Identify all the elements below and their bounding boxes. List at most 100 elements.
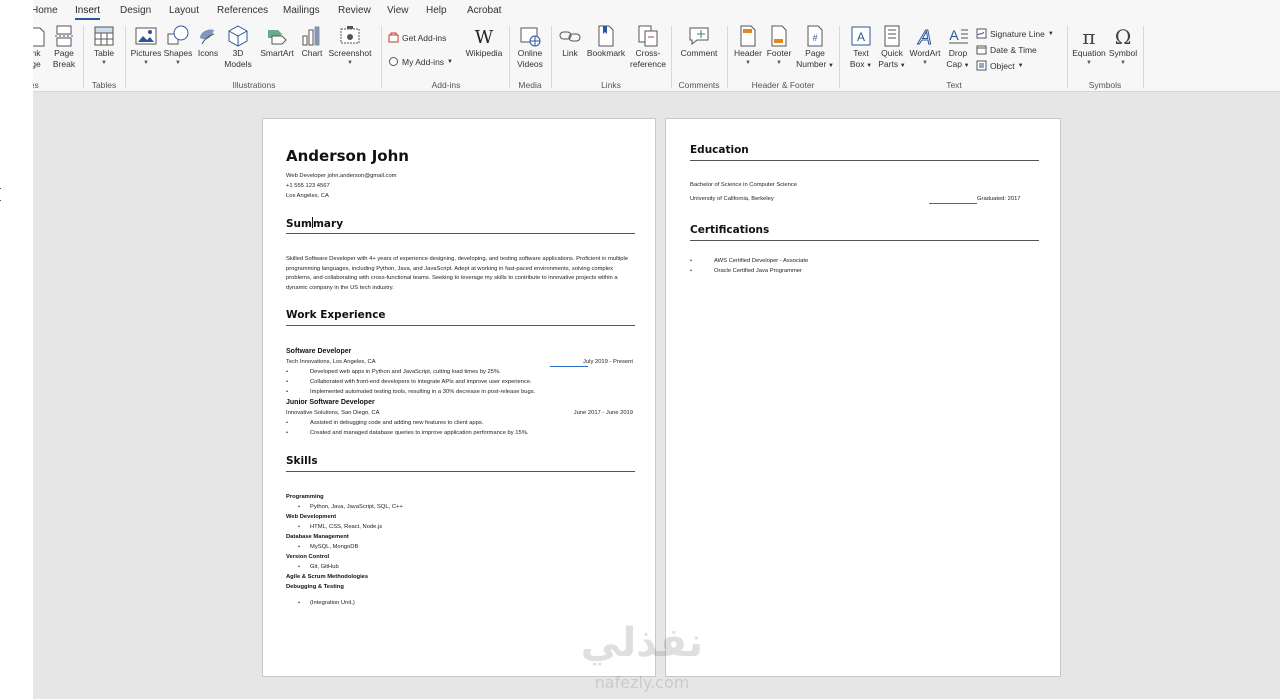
chevron-down-icon: ▼	[922, 60, 928, 66]
equation-button[interactable]: π Equation ▼	[1071, 24, 1107, 67]
ribbon-tabs: Home Insert Design Layout References Mai…	[33, 4, 1280, 22]
skill-category: Version Control	[286, 554, 330, 560]
pictures-button[interactable]: Pictures ▼	[129, 24, 163, 67]
3d-models-button[interactable]: 3D Models	[221, 24, 255, 70]
online-videos-button[interactable]: Online Videos	[513, 24, 547, 70]
icons-button[interactable]: Icons	[194, 24, 222, 59]
group-separator	[1143, 26, 1144, 88]
comment-button[interactable]: Comment	[675, 24, 723, 59]
tab-review[interactable]: Review	[338, 5, 371, 16]
job-title: Software Developer	[286, 348, 352, 355]
svg-text:#: #	[812, 33, 817, 43]
tab-mailings[interactable]: Mailings	[283, 5, 320, 16]
chevron-down-icon: ▼	[745, 60, 751, 66]
link-button[interactable]: Link	[555, 24, 585, 59]
addins-icon	[389, 57, 398, 66]
group-comments: Comment Comments	[675, 24, 723, 90]
chevron-down-icon: ▼	[826, 63, 834, 69]
resume-name: Anderson John	[286, 147, 409, 165]
page-1[interactable]: Anderson John Web Developer john.anderso…	[262, 118, 656, 677]
watermark-arabic: نفذلي	[581, 620, 703, 666]
chevron-down-icon: ▼	[1047, 30, 1054, 37]
date-time-button[interactable]: Date & Time	[976, 44, 1037, 55]
chart-button[interactable]: Chart	[297, 24, 327, 59]
svg-text:W: W	[475, 27, 494, 48]
left-margin-strip	[0, 0, 33, 699]
svg-text:π: π	[1082, 25, 1095, 48]
footer-icon	[771, 25, 787, 47]
pi-icon: π	[1082, 25, 1095, 48]
text-box-button[interactable]: A Text Box ▼	[847, 24, 875, 72]
tab-insert[interactable]: Insert	[75, 5, 101, 20]
group-tables: Table ▼ Tables	[87, 24, 121, 90]
document-canvas: Anderson John Web Developer john.anderso…	[33, 92, 1280, 699]
chart-icon	[302, 26, 320, 46]
chevron-down-icon: ▼	[961, 63, 970, 69]
my-addins-button[interactable]: My Add-ins ▼	[388, 56, 453, 67]
skills-rule	[286, 471, 635, 472]
blank-page-button[interactable]: nk ge	[33, 24, 47, 70]
page-number-button[interactable]: # Page Number ▼	[795, 24, 835, 72]
certifications-rule	[690, 240, 1039, 241]
wordart-button[interactable]: A WordArt ▼	[907, 24, 943, 67]
object-button[interactable]: Object ▼	[976, 60, 1024, 71]
page-2[interactable]: Education Bachelor of Science in Compute…	[665, 118, 1061, 677]
bookmark-icon	[598, 25, 614, 47]
group-separator	[671, 26, 672, 88]
degree: Bachelor of Science in Computer Science	[690, 182, 797, 188]
work-heading: Work Experience	[286, 309, 386, 321]
tab-references[interactable]: References	[217, 5, 268, 16]
chevron-down-icon: ▼	[447, 58, 453, 65]
wikipedia-button[interactable]: W Wikipedia	[463, 24, 505, 59]
tab-help[interactable]: Help	[426, 5, 447, 16]
group-separator	[509, 26, 510, 88]
signature-icon	[976, 28, 987, 39]
chevron-down-icon: ▼	[864, 63, 873, 69]
tab-view[interactable]: View	[387, 5, 409, 16]
header-button[interactable]: Header ▼	[731, 24, 765, 67]
watermark-logo: نفذلي nafezly.com	[581, 620, 703, 692]
symbol-button[interactable]: Ω Symbol ▼	[1107, 24, 1139, 67]
chevron-down-icon: ▼	[1120, 60, 1126, 66]
ribbon: Home Insert Design Layout References Mai…	[33, 0, 1280, 92]
group-separator	[83, 26, 84, 88]
link-icon	[559, 31, 581, 42]
cross-reference-button[interactable]: Cross- reference	[628, 24, 668, 70]
page-break-icon	[55, 25, 73, 47]
work-rule	[286, 325, 635, 326]
word-window: Home Insert Design Layout References Mai…	[0, 0, 1280, 699]
group-separator	[727, 26, 728, 88]
screenshot-button[interactable]: Screenshot ▼	[327, 24, 373, 67]
get-addins-button[interactable]: Get Add-ins	[388, 32, 446, 43]
skill-category: Database Management	[286, 534, 349, 540]
signature-line-button[interactable]: Signature Line ▼	[976, 28, 1054, 39]
icons-icon	[200, 29, 215, 45]
quick-parts-button[interactable]: Quick Parts ▼	[875, 24, 909, 72]
skill-category: Web Development	[286, 514, 337, 520]
smartart-button[interactable]: SmartArt	[258, 24, 296, 59]
tab-design[interactable]: Design	[120, 5, 151, 16]
bookmark-button[interactable]: Bookmark	[585, 24, 627, 59]
blank-page-icon	[33, 27, 45, 47]
job-title: Junior Software Developer	[286, 399, 375, 406]
skill-category: Programming	[286, 494, 324, 500]
table-button[interactable]: Table ▼	[87, 24, 121, 67]
shapes-button[interactable]: Shapes ▼	[162, 24, 194, 67]
page-break-button[interactable]: Page Break	[49, 24, 79, 70]
group-links: Link Bookmark Cross- reference Links	[555, 24, 667, 90]
screenshot-icon	[340, 26, 360, 44]
tab-home[interactable]: Home	[33, 5, 58, 16]
calendar-icon	[976, 45, 987, 55]
tab-layout[interactable]: Layout	[169, 5, 199, 16]
tab-acrobat[interactable]: Acrobat	[467, 5, 501, 16]
svg-text:A: A	[917, 27, 931, 48]
svg-text:A: A	[949, 27, 959, 43]
drop-cap-button[interactable]: A Drop Cap ▼	[943, 24, 973, 72]
contact-line: Web Developer john.anderson@gmail.com	[286, 173, 397, 179]
store-icon	[388, 32, 399, 43]
group-media: Online Videos Media	[513, 24, 547, 90]
group-addins: Get Add-ins My Add-ins ▼ W Wikipedia Add…	[385, 24, 507, 90]
chevron-down-icon: ▼	[1017, 62, 1024, 69]
cube-icon	[228, 25, 248, 47]
footer-button[interactable]: Footer ▼	[763, 24, 795, 67]
